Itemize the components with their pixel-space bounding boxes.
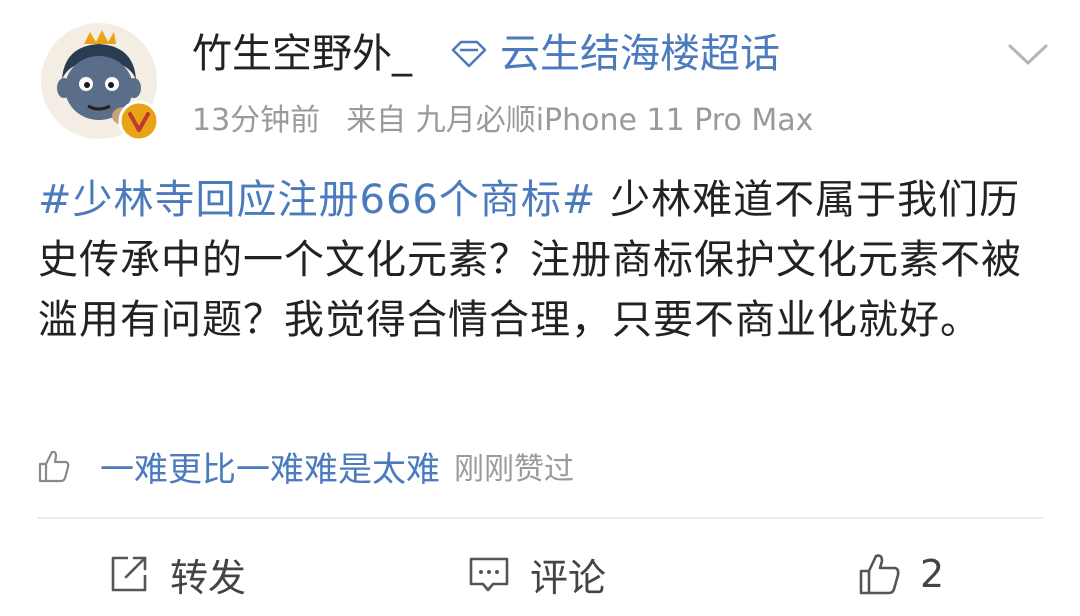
post-source: 来自 九月必顺iPhone 11 Pro Max bbox=[346, 103, 814, 138]
like-button[interactable]: 2 bbox=[856, 544, 944, 604]
repost-button[interactable]: 转发 bbox=[106, 544, 246, 604]
comment-icon bbox=[469, 557, 509, 592]
thumbs-up-icon bbox=[38, 450, 70, 483]
repost-label: 转发 bbox=[170, 555, 247, 600]
chevron-down-icon[interactable] bbox=[1004, 36, 1052, 72]
post-content: #少林寺回应注册666个商标# 少林难道不属于我们历史传承中的一个文化元素？注册… bbox=[38, 170, 1048, 350]
weibo-post-card: 竹生空野外_ 云生结海楼超话 13分钟前 来自 九月必顺iPhone 11 Pro… bbox=[0, 0, 1080, 616]
verified-badge bbox=[118, 100, 160, 142]
username[interactable]: 竹生空野外_ bbox=[192, 26, 412, 82]
comment-button[interactable]: 评论 bbox=[466, 544, 606, 604]
liker-name[interactable]: 一难更比一难难是太难 bbox=[100, 442, 440, 491]
post-time: 13分钟前 bbox=[192, 103, 321, 138]
diamond-icon bbox=[451, 40, 487, 68]
divider bbox=[38, 517, 1044, 519]
like-count: 2 bbox=[920, 552, 945, 596]
topic-label: 云生结海楼超话 bbox=[500, 31, 780, 77]
liked-note: 刚刚赞过 bbox=[454, 452, 574, 487]
comment-label: 评论 bbox=[530, 555, 607, 600]
post-meta: 13分钟前 来自 九月必顺iPhone 11 Pro Max bbox=[192, 96, 813, 146]
hashtag-link[interactable]: #少林寺回应注册666个商标# bbox=[38, 177, 596, 223]
thumbs-up-icon bbox=[859, 554, 900, 595]
likes-line: 一难更比一难难是太难 刚刚赞过 bbox=[36, 438, 574, 494]
topic-link[interactable]: 云生结海楼超话 bbox=[450, 26, 780, 82]
share-box-icon bbox=[111, 556, 147, 592]
